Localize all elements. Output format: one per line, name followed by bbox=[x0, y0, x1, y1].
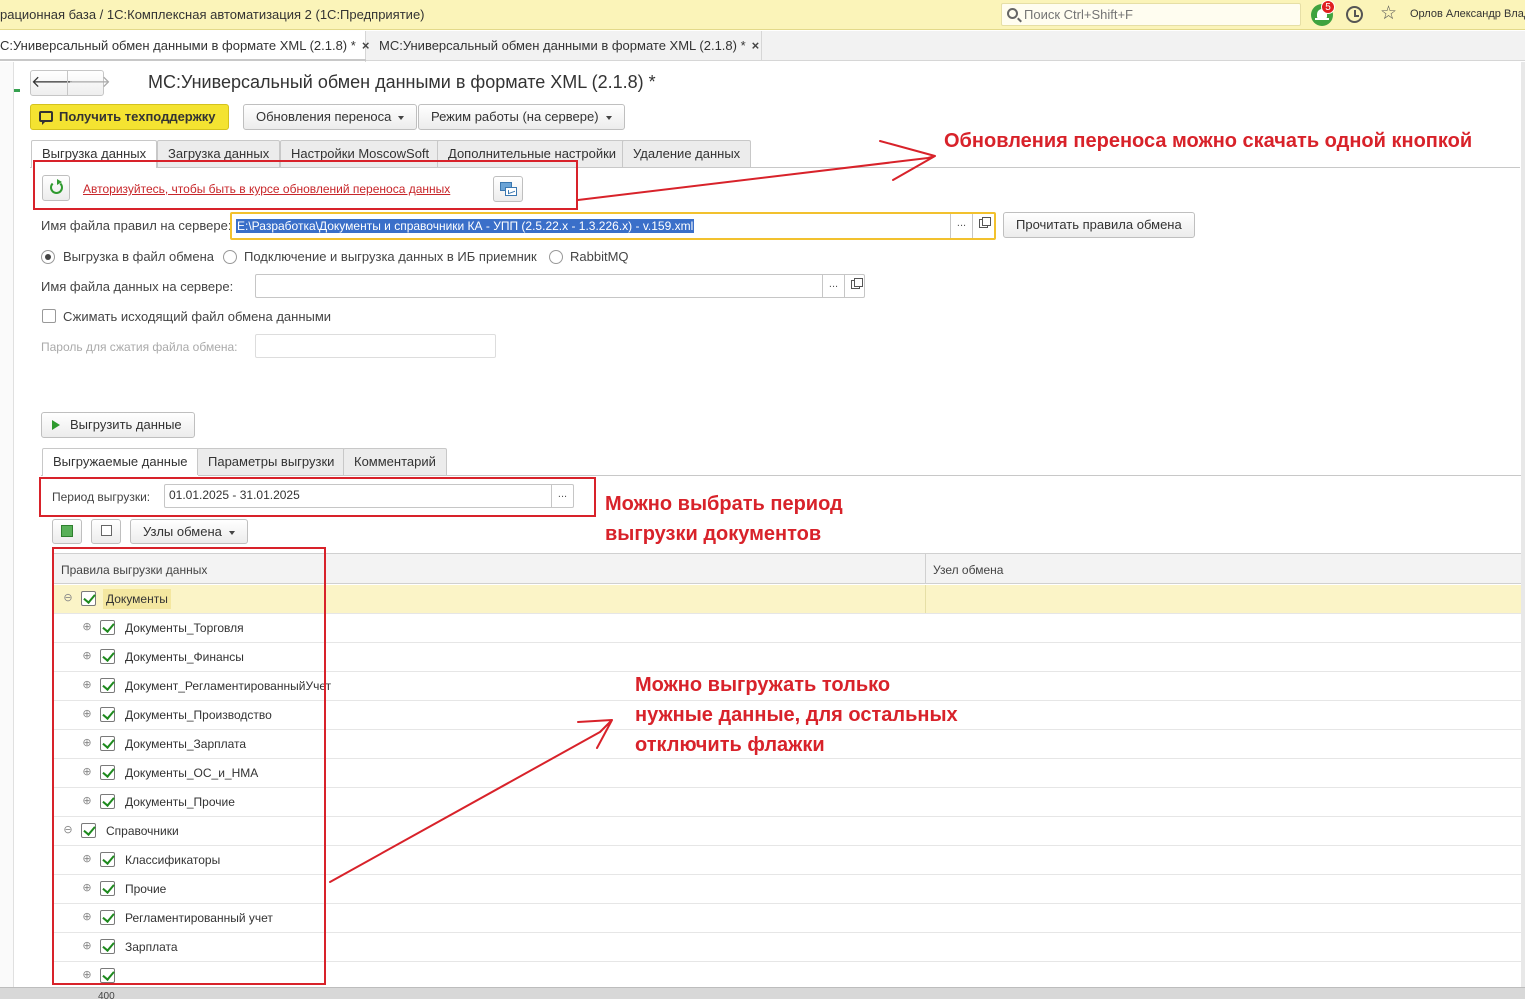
radio-connect-ib[interactable] bbox=[223, 250, 237, 264]
search-box[interactable] bbox=[1001, 3, 1301, 26]
annotation-note-period-2: выгрузки документов bbox=[605, 523, 822, 545]
history-icon[interactable] bbox=[1346, 6, 1363, 23]
open-icon bbox=[979, 217, 991, 228]
user-name[interactable]: Орлов Александр Влад bbox=[1410, 8, 1525, 20]
check-all-button[interactable] bbox=[52, 519, 82, 544]
uncheck-all-icon bbox=[101, 522, 117, 536]
subtab-exported-data[interactable]: Выгружаемые данные bbox=[42, 448, 199, 476]
read-rules-button[interactable]: Прочитать правила обмена bbox=[1003, 212, 1195, 238]
status-bar: 400 bbox=[0, 987, 1525, 999]
radio-rabbitmq[interactable] bbox=[549, 250, 563, 264]
app-title: рационная база / 1С:Комплексная автомати… bbox=[0, 7, 425, 22]
status-text: 400 bbox=[98, 991, 115, 999]
annotation-note-rules-2: нужные данные, для остальных bbox=[635, 704, 958, 726]
open-rules-button[interactable] bbox=[972, 214, 994, 238]
subtab-export-params[interactable]: Параметры выгрузки bbox=[197, 448, 346, 475]
window-tab-label: С:Универсальный обмен данными в формате … bbox=[0, 38, 356, 53]
annotation-note-period-1: Можно выбрать период bbox=[605, 493, 843, 515]
updates-dropdown-button[interactable]: Обновления переноса bbox=[243, 104, 418, 130]
annotation-note-rules-1: Можно выгружать только bbox=[635, 674, 891, 696]
chevron-down-icon bbox=[228, 530, 235, 535]
window-tab-second[interactable]: МС:Универсальный обмен данными в формате… bbox=[367, 31, 762, 61]
export-data-button[interactable]: Выгрузить данные bbox=[41, 412, 195, 438]
export-data-label: Выгрузить данные bbox=[70, 417, 182, 432]
annotation-note-rules-3: отключить флажки bbox=[635, 734, 825, 756]
rules-file-label: Имя файла правил на сервере: bbox=[41, 218, 232, 233]
window-tab-active[interactable]: С:Универсальный обмен данными в формате … bbox=[0, 31, 369, 62]
annotation-note-updates: Обновления переноса можно скачать одной … bbox=[944, 130, 1473, 152]
annotation-box-updates bbox=[33, 160, 578, 210]
column-header-node[interactable]: Узел обмена bbox=[933, 563, 1003, 577]
open-data-file-button[interactable] bbox=[844, 275, 866, 297]
search-icon bbox=[1007, 8, 1018, 19]
exchange-nodes-button[interactable]: Узлы обмена bbox=[130, 519, 248, 544]
rules-file-value: E:\Разработка\Документы и справочники КА… bbox=[236, 219, 695, 233]
open-icon bbox=[851, 278, 863, 289]
data-file-label: Имя файла данных на сервере: bbox=[41, 279, 234, 294]
uncheck-all-button[interactable] bbox=[91, 519, 121, 544]
check-all-icon bbox=[58, 525, 73, 543]
window-tab-label: МС:Универсальный обмен данными в формате… bbox=[379, 38, 746, 53]
chevron-down-icon bbox=[398, 115, 405, 120]
navigation-buttons: 🡐 🡒 bbox=[30, 70, 111, 96]
back-arrow-icon[interactable]: 🡐 bbox=[31, 73, 74, 93]
subtab-comment[interactable]: Комментарий bbox=[343, 448, 447, 475]
radio-label: Подключение и выгрузка данных в ИБ прием… bbox=[244, 249, 537, 264]
chevron-down-icon bbox=[605, 115, 612, 120]
form-title: МС:Универсальный обмен данными в формате… bbox=[148, 72, 656, 92]
node-cell[interactable] bbox=[925, 585, 1521, 613]
column-separator bbox=[925, 554, 926, 584]
left-panel-edge bbox=[0, 62, 14, 987]
play-icon bbox=[52, 420, 60, 430]
title-bar: рационная база / 1С:Комплексная автомати… bbox=[0, 0, 1525, 30]
password-field[interactable] bbox=[255, 334, 496, 358]
get-support-button[interactable]: Получить техподдержку bbox=[30, 104, 229, 130]
subtab-underline bbox=[41, 475, 1521, 476]
notifications-badge: 5 bbox=[1321, 0, 1335, 14]
annotation-box-rules bbox=[52, 547, 326, 985]
mode-dropdown-button[interactable]: Режим работы (на сервере) bbox=[418, 104, 625, 130]
rules-file-field[interactable]: E:\Разработка\Документы и справочники КА… bbox=[230, 212, 996, 240]
scrollbar[interactable] bbox=[1521, 62, 1525, 987]
get-support-label: Получить техподдержку bbox=[59, 109, 216, 124]
data-file-field[interactable]: ... bbox=[255, 274, 865, 298]
compress-checkbox[interactable] bbox=[42, 309, 56, 323]
tab-delete-data[interactable]: Удаление данных bbox=[622, 140, 752, 167]
search-input[interactable] bbox=[1024, 6, 1294, 23]
open-windows-bar: С:Универсальный обмен данными в формате … bbox=[0, 31, 1525, 92]
chat-icon bbox=[39, 111, 53, 125]
choose-rules-button[interactable]: ... bbox=[950, 214, 972, 238]
exchange-nodes-label: Узлы обмена bbox=[143, 524, 222, 539]
radio-label: Выгрузка в файл обмена bbox=[63, 249, 214, 264]
close-icon[interactable]: × bbox=[752, 38, 760, 53]
choose-data-file-button[interactable]: ... bbox=[822, 275, 844, 297]
radio-label: RabbitMQ bbox=[570, 249, 629, 264]
mode-label: Режим работы (на сервере) bbox=[431, 109, 599, 124]
password-label: Пароль для сжатия файла обмена: bbox=[41, 340, 238, 354]
updates-label: Обновления переноса bbox=[256, 109, 392, 124]
radio-export-file[interactable] bbox=[41, 250, 55, 264]
favorites-star-icon[interactable]: ☆ bbox=[1380, 3, 1397, 25]
annotation-box-period bbox=[39, 477, 596, 517]
forward-arrow-icon[interactable]: 🡒 bbox=[68, 73, 111, 93]
compress-label: Сжимать исходящий файл обмена данными bbox=[63, 309, 332, 324]
